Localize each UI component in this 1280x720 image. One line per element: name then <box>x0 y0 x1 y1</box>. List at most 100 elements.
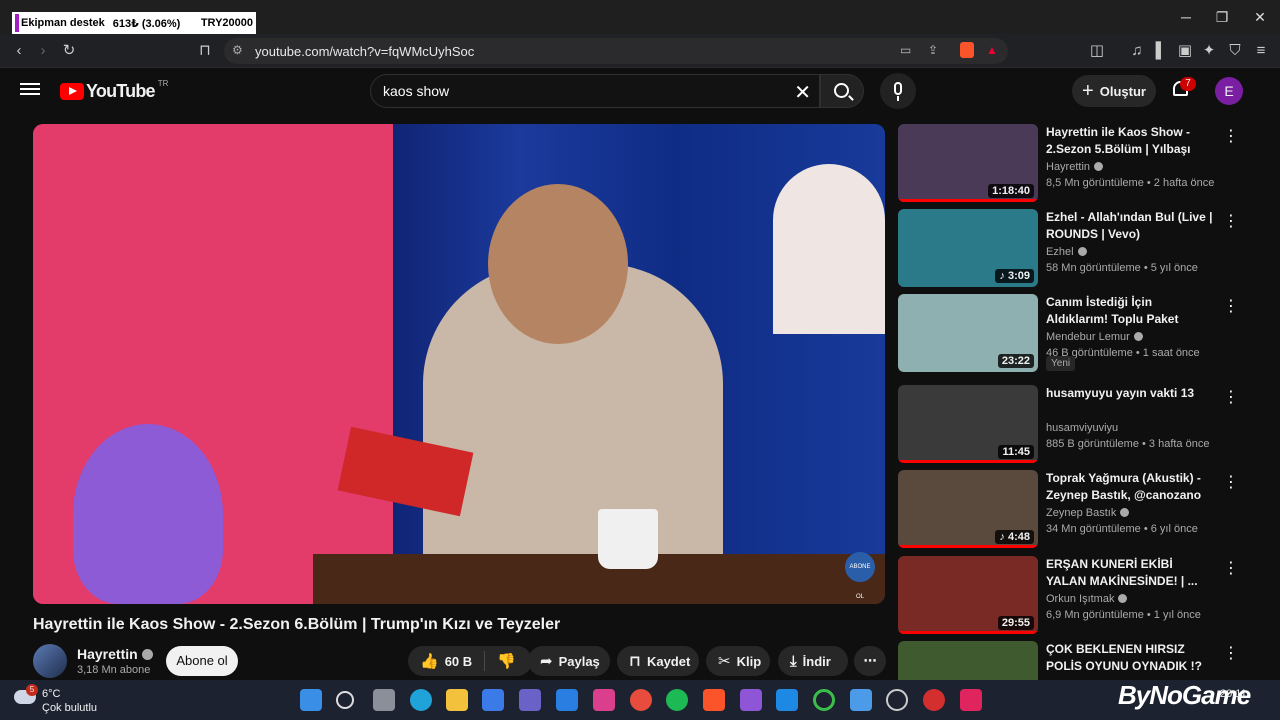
share-page-icon[interactable]: ⇪ <box>928 43 938 57</box>
channel-name[interactable]: Hayrettin <box>77 646 153 662</box>
sidebar-toggle-icon[interactable]: ▌ <box>1150 40 1172 62</box>
more-options-icon[interactable]: ⋮ <box>1223 558 1239 578</box>
clear-search-icon[interactable]: ✕ <box>794 80 811 105</box>
video-title: Hayrettin ile Kaos Show - 2.Sezon 6.Bölü… <box>33 616 561 633</box>
maximize-icon[interactable]: ❐ <box>1212 7 1232 27</box>
sidebar-video-item[interactable]: ♪ 3:09 Ezhel - Allah'ından Bul (Live | RO… <box>898 209 1239 289</box>
channel-name[interactable]: Ezhel <box>1046 246 1087 258</box>
windows-taskbar: 5 6°C Çok bulutlu ByNoGame 20:11 <box>0 680 1280 720</box>
cast-icon[interactable]: ▭ <box>900 43 911 57</box>
like-count[interactable]: 60 B <box>445 654 472 669</box>
app-red-icon[interactable] <box>960 689 982 711</box>
channel-name-text: Mendebur Lemur <box>1046 331 1130 343</box>
address-bar[interactable]: ⚙ youtube.com/watch?v=fqWMcUyhSoc ▭ ⇪ ▲ <box>224 38 1008 64</box>
save-button[interactable]: ⊓ Kaydet <box>617 646 699 676</box>
channel-name[interactable]: Orkun Işıtmak <box>1046 593 1128 605</box>
dislike-icon[interactable]: 👎 <box>497 652 516 670</box>
sidebar-video-item[interactable]: ♪ 4:48 Toprak Yağmura (Akustik) - Zeynep … <box>898 470 1239 550</box>
store-icon[interactable] <box>482 689 504 711</box>
account-avatar[interactable]: E <box>1215 77 1243 105</box>
voice-search-button[interactable] <box>880 73 916 109</box>
search-button[interactable] <box>820 74 864 108</box>
clock[interactable]: 20:11 <box>1220 688 1247 700</box>
more-options-icon[interactable]: ⋮ <box>1223 126 1239 146</box>
more-options-icon[interactable]: ⋮ <box>1223 296 1239 316</box>
more-options-icon[interactable]: ⋮ <box>1223 211 1239 231</box>
ai-icon[interactable]: ✦ <box>1198 40 1220 62</box>
media-icon[interactable]: ♫ <box>1126 40 1148 62</box>
teams-icon[interactable] <box>519 689 541 711</box>
channel-name[interactable]: husamviyuviyu <box>1046 422 1118 434</box>
video-title[interactable]: husamyuyu yayın vakti 13 <box>1046 385 1216 402</box>
video-thumbnail[interactable]: 11:45 <box>898 385 1038 463</box>
minimize-icon[interactable]: ─ <box>1176 7 1196 27</box>
vpn-icon[interactable]: ⛉ <box>1224 40 1246 62</box>
outlook-icon[interactable] <box>556 689 578 711</box>
office-icon[interactable] <box>593 689 615 711</box>
file-explorer-icon[interactable] <box>446 689 468 711</box>
sidebar-video-item[interactable]: 29:55 ERŞAN KUNERİ EKİBİ YALAN MAKİNESİND… <box>898 556 1239 636</box>
app-icon[interactable] <box>850 689 872 711</box>
subscribe-button[interactable]: Abone ol <box>166 646 238 676</box>
steam-icon[interactable] <box>886 689 908 711</box>
brave-rewards-icon[interactable]: ▲ <box>986 43 998 57</box>
clip-button[interactable]: ✂ Klip <box>706 646 770 676</box>
task-view-icon[interactable] <box>373 689 395 711</box>
forward-icon[interactable]: › <box>32 40 54 62</box>
share-button[interactable]: ➦ Paylaş <box>528 646 610 676</box>
more-options-icon[interactable]: ⋮ <box>1223 472 1239 492</box>
youtube-logo[interactable]: YouTube TR <box>60 79 168 103</box>
video-thumbnail[interactable]: 23:22 <box>898 294 1038 372</box>
video-player[interactable]: ABONE OL <box>33 124 885 604</box>
channel-name[interactable]: Hayrettin <box>1046 161 1104 173</box>
create-label: Oluştur <box>1099 83 1146 99</box>
hamburger-menu-icon[interactable] <box>20 80 40 100</box>
vscode-icon[interactable] <box>776 689 798 711</box>
close-window-icon[interactable]: ✕ <box>1250 7 1270 27</box>
channel-avatar[interactable] <box>33 644 67 678</box>
visual-studio-icon[interactable] <box>740 689 762 711</box>
search-input[interactable]: kaos show ✕ <box>370 74 820 108</box>
site-info-icon[interactable]: ⚙ <box>232 43 243 57</box>
video-thumbnail[interactable]: ♪ 4:48 <box>898 470 1038 548</box>
taskbar-search-icon[interactable] <box>336 691 354 709</box>
create-button[interactable]: + Oluştur <box>1072 75 1156 107</box>
video-title[interactable]: ERŞAN KUNERİ EKİBİ YALAN MAKİNESİNDE! | … <box>1046 556 1216 590</box>
verified-icon <box>1133 332 1143 341</box>
video-title[interactable]: Ezhel - Allah'ından Bul (Live | ROUNDS |… <box>1046 209 1216 243</box>
mic-stand <box>897 96 899 101</box>
edge-icon[interactable] <box>410 689 432 711</box>
reload-icon[interactable]: ↻ <box>58 40 80 62</box>
video-title[interactable]: Canım İstediği İçin Aldıklarım! Toplu Pa… <box>1046 294 1216 328</box>
start-icon[interactable] <box>300 689 322 711</box>
sidebar-video-item[interactable]: 1:18:40 Hayrettin ile Kaos Show - 2.Sezon… <box>898 124 1239 204</box>
brave-icon[interactable] <box>703 689 725 711</box>
video-title[interactable]: Toprak Yağmura (Akustik) - Zeynep Bastık… <box>1046 470 1216 504</box>
verified-icon <box>141 649 153 660</box>
chrome-icon[interactable] <box>630 689 652 711</box>
more-options-icon[interactable]: ⋮ <box>1223 643 1239 663</box>
sidebar-video-item[interactable]: 23:22 Canım İstediği İçin Aldıklarım! Top… <box>898 294 1239 374</box>
more-options-icon[interactable]: ⋮ <box>1223 387 1239 407</box>
video-thumbnail[interactable]: 1:18:40 <box>898 124 1038 202</box>
video-title[interactable]: ÇOK BEKLENEN HIRSIZ POLİS OYUNU OYNADIK … <box>1046 641 1216 675</box>
like-icon[interactable]: 👍 <box>420 652 439 670</box>
spotify-icon[interactable] <box>666 689 688 711</box>
leo-icon[interactable]: ◫ <box>1086 40 1108 62</box>
back-icon[interactable]: ‹ <box>8 40 30 62</box>
download-button[interactable]: ⤓ İndir <box>778 646 848 676</box>
channel-name[interactable]: Mendebur Lemur <box>1046 331 1143 343</box>
video-thumbnail[interactable]: 29:55 <box>898 556 1038 634</box>
razer-icon[interactable] <box>813 689 835 711</box>
channel-name[interactable]: Zeynep Bastık <box>1046 507 1130 519</box>
video-title[interactable]: Hayrettin ile Kaos Show - 2.Sezon 5.Bölü… <box>1046 124 1216 158</box>
wallet-icon[interactable]: ▣ <box>1174 40 1196 62</box>
more-actions-button[interactable]: ⋯ <box>854 646 886 676</box>
sidebar-video-item[interactable]: 11:45 husamyuyu yayın vakti 13 husamviyuvi… <box>898 385 1239 465</box>
bookmark-icon[interactable]: ⊓ <box>194 40 216 62</box>
audio-app-icon[interactable] <box>923 689 945 711</box>
video-thumbnail[interactable]: ♪ 3:09 <box>898 209 1038 287</box>
brave-shields-icon[interactable] <box>960 42 974 58</box>
menu-icon[interactable]: ≡ <box>1250 40 1272 62</box>
channel-watermark-button[interactable]: ABONE OL <box>845 552 875 600</box>
